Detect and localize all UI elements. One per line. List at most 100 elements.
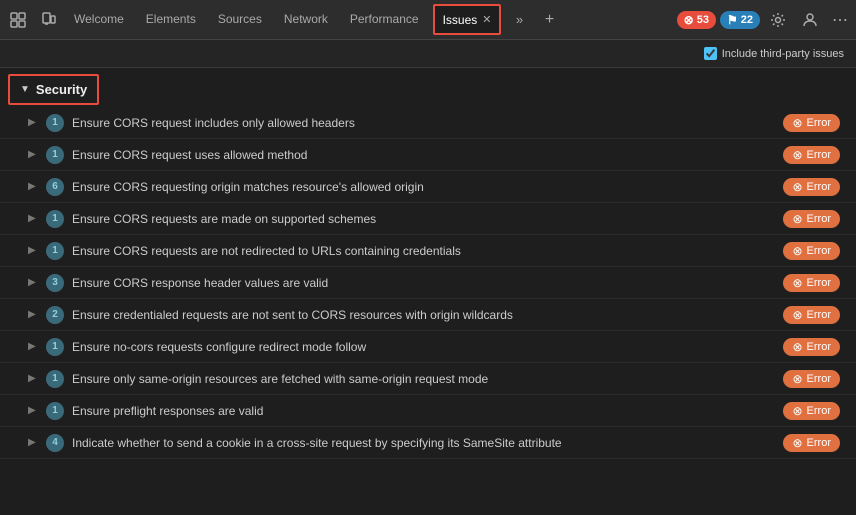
chevron-down-icon: ▼ [20, 84, 30, 95]
severity-label: Error [807, 213, 831, 225]
include-third-party-label[interactable]: Include third-party issues [704, 47, 844, 60]
count-badge: 1 [46, 370, 64, 388]
table-row[interactable]: ▶ 1 Ensure no-cors requests configure re… [0, 331, 856, 363]
section-title: Security [36, 82, 87, 97]
expand-arrow-icon: ▶ [28, 277, 38, 288]
severity-label: Error [807, 277, 831, 289]
error-badge[interactable]: ⊗ Error [783, 114, 840, 132]
add-tab-icon[interactable]: + [535, 6, 563, 34]
severity-label: Error [807, 117, 831, 129]
error-circle-icon: ⊗ [792, 244, 802, 258]
error-badge[interactable]: ⊗ Error [783, 402, 840, 420]
issue-text: Indicate whether to send a cookie in a c… [72, 436, 775, 450]
severity-label: Error [807, 181, 831, 193]
count-badge: 1 [46, 338, 64, 356]
tab-network[interactable]: Network [274, 0, 338, 39]
expand-arrow-icon: ▶ [28, 437, 38, 448]
error-badge[interactable]: ⊗ Error [783, 242, 840, 260]
toolbar: Welcome Elements Sources Network Perform… [0, 0, 856, 40]
table-row[interactable]: ▶ 1 Ensure CORS requests are made on sup… [0, 203, 856, 235]
error-badge[interactable]: ⊗ Error [783, 274, 840, 292]
table-row[interactable]: ▶ 3 Ensure CORS response header values a… [0, 267, 856, 299]
count-badge: 6 [46, 178, 64, 196]
second-bar: Include third-party issues [0, 40, 856, 68]
error-circle-icon: ⊗ [792, 148, 802, 162]
error-circle-icon: ⊗ [792, 404, 802, 418]
count-badge: 1 [46, 402, 64, 420]
errors-badge[interactable]: ⊗ 53 [677, 11, 716, 29]
count-badge: 4 [46, 434, 64, 452]
issue-text: Ensure credentialed requests are not sen… [72, 308, 775, 322]
error-badge[interactable]: ⊗ Error [783, 210, 840, 228]
count-badge: 1 [46, 210, 64, 228]
error-badge[interactable]: ⊗ Error [783, 146, 840, 164]
tab-issues[interactable]: Issues ✕ [433, 4, 502, 35]
table-row[interactable]: ▶ 1 Ensure only same-origin resources ar… [0, 363, 856, 395]
error-badge[interactable]: ⊗ Error [783, 306, 840, 324]
close-tab-icon[interactable]: ✕ [482, 13, 491, 26]
security-section-header[interactable]: ▼ Security [8, 74, 99, 105]
settings-icon[interactable] [764, 6, 792, 34]
issues-content: ▼ Security ▶ 1 Ensure CORS request inclu… [0, 68, 856, 515]
tab-sources[interactable]: Sources [208, 0, 272, 39]
severity-label: Error [807, 373, 831, 385]
count-badge: 2 [46, 306, 64, 324]
issues-list: ▶ 1 Ensure CORS request includes only al… [0, 107, 856, 459]
severity-label: Error [807, 245, 831, 257]
issue-text: Ensure no-cors requests configure redire… [72, 340, 775, 354]
warnings-badge[interactable]: ⚑ 22 [720, 11, 760, 29]
issue-text: Ensure CORS request includes only allowe… [72, 116, 775, 130]
table-row[interactable]: ▶ 1 Ensure CORS request uses allowed met… [0, 139, 856, 171]
device-icon[interactable] [34, 6, 62, 34]
table-row[interactable]: ▶ 1 Ensure CORS requests are not redirec… [0, 235, 856, 267]
issue-text: Ensure CORS request uses allowed method [72, 148, 775, 162]
error-circle-icon: ⊗ [792, 212, 802, 226]
expand-arrow-icon: ▶ [28, 405, 38, 416]
expand-arrow-icon: ▶ [28, 213, 38, 224]
warning-icon: ⚑ [727, 13, 738, 27]
issue-text: Ensure preflight responses are valid [72, 404, 775, 418]
severity-label: Error [807, 405, 831, 417]
count-badge: 3 [46, 274, 64, 292]
expand-arrow-icon: ▶ [28, 245, 38, 256]
expand-arrow-icon: ▶ [28, 341, 38, 352]
severity-label: Error [807, 437, 831, 449]
tab-elements[interactable]: Elements [136, 0, 206, 39]
table-row[interactable]: ▶ 6 Ensure CORS requesting origin matche… [0, 171, 856, 203]
severity-label: Error [807, 149, 831, 161]
count-badge: 1 [46, 146, 64, 164]
issue-text: Ensure CORS requesting origin matches re… [72, 180, 775, 194]
expand-arrow-icon: ▶ [28, 117, 38, 128]
issue-text: Ensure CORS requests are not redirected … [72, 244, 775, 258]
expand-arrow-icon: ▶ [28, 181, 38, 192]
error-badge[interactable]: ⊗ Error [783, 370, 840, 388]
profile-icon[interactable] [796, 6, 824, 34]
expand-arrow-icon: ▶ [28, 309, 38, 320]
error-icon: ⊗ [684, 13, 694, 27]
table-row[interactable]: ▶ 4 Indicate whether to send a cookie in… [0, 427, 856, 459]
error-circle-icon: ⊗ [792, 276, 802, 290]
error-circle-icon: ⊗ [792, 180, 802, 194]
expand-arrow-icon: ▶ [28, 373, 38, 384]
include-third-party-checkbox[interactable] [704, 47, 717, 60]
error-badge[interactable]: ⊗ Error [783, 338, 840, 356]
issue-text: Ensure only same-origin resources are fe… [72, 372, 775, 386]
error-circle-icon: ⊗ [792, 116, 802, 130]
inspect-icon[interactable] [4, 6, 32, 34]
error-circle-icon: ⊗ [792, 372, 802, 386]
error-badge[interactable]: ⊗ Error [783, 178, 840, 196]
more-options-icon[interactable]: ⋯ [828, 10, 852, 30]
table-row[interactable]: ▶ 1 Ensure CORS request includes only al… [0, 107, 856, 139]
table-row[interactable]: ▶ 1 Ensure preflight responses are valid… [0, 395, 856, 427]
overflow-icon[interactable]: » [505, 6, 533, 34]
table-row[interactable]: ▶ 2 Ensure credentialed requests are not… [0, 299, 856, 331]
error-badge[interactable]: ⊗ Error [783, 434, 840, 452]
tab-welcome[interactable]: Welcome [64, 0, 134, 39]
count-badge: 1 [46, 114, 64, 132]
tab-performance[interactable]: Performance [340, 0, 429, 39]
expand-arrow-icon: ▶ [28, 149, 38, 160]
severity-label: Error [807, 309, 831, 321]
issue-text: Ensure CORS response header values are v… [72, 276, 775, 290]
severity-label: Error [807, 341, 831, 353]
error-circle-icon: ⊗ [792, 436, 802, 450]
